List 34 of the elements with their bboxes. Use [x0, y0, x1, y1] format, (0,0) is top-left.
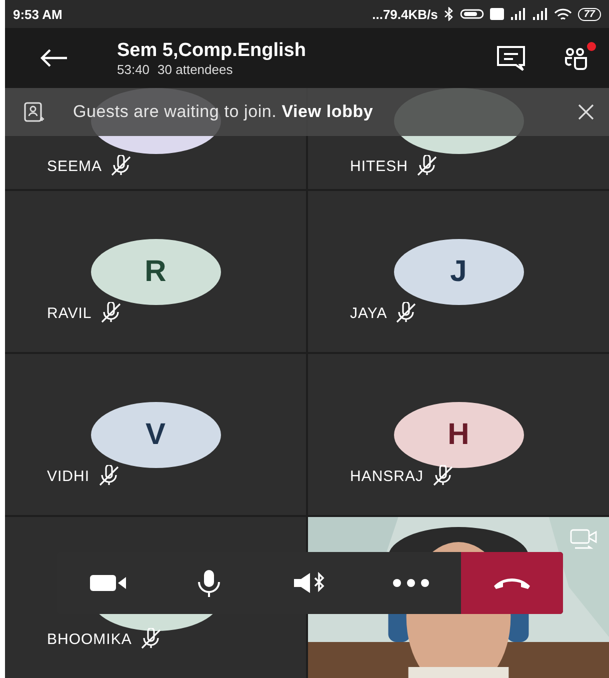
- avatar-initial: V: [145, 418, 166, 452]
- participant-name: HANSRAJ: [350, 468, 424, 484]
- switch-camera-icon[interactable]: [569, 527, 599, 551]
- back-arrow-icon[interactable]: [39, 48, 69, 68]
- hang-up-button[interactable]: [461, 552, 563, 614]
- close-icon[interactable]: [577, 103, 595, 121]
- participant-name: SEEMA: [47, 158, 102, 174]
- participant-name: HITESH: [350, 158, 408, 174]
- chat-icon[interactable]: [495, 44, 527, 72]
- avatar-initial: H: [448, 418, 470, 452]
- more-icon: [392, 578, 430, 588]
- signal-icon: [532, 8, 548, 20]
- view-lobby-link[interactable]: View lobby: [282, 102, 374, 122]
- participant-name: VIDHI: [47, 468, 90, 484]
- meeting-title: Sem 5,Comp.English: [117, 40, 307, 62]
- participant-name: BHOOMIKA: [47, 630, 132, 648]
- call-duration: 53:40: [117, 62, 150, 76]
- lobby-message: Guests are waiting to join.: [73, 102, 277, 122]
- toggle-icon: [460, 8, 484, 20]
- phone-hang-up-icon: [492, 576, 532, 590]
- avatar-initial: J: [450, 255, 467, 289]
- avatar-initial: R: [144, 255, 166, 289]
- participant-name: JAYA: [350, 304, 388, 322]
- lobby-icon: [23, 100, 45, 124]
- status-time: 9:53 AM: [13, 6, 62, 22]
- video-camera-icon: [88, 573, 126, 593]
- attendee-count: 30 attendees: [158, 62, 233, 76]
- people-icon[interactable]: [563, 45, 589, 71]
- network-speed: ...79.4KB/s: [372, 6, 438, 22]
- signal-icon: [510, 8, 526, 20]
- battery-level: 77: [578, 8, 601, 20]
- participant-name: RAVIL: [47, 304, 92, 322]
- bluetooth-icon: [444, 7, 454, 21]
- wifi-icon: [554, 8, 572, 20]
